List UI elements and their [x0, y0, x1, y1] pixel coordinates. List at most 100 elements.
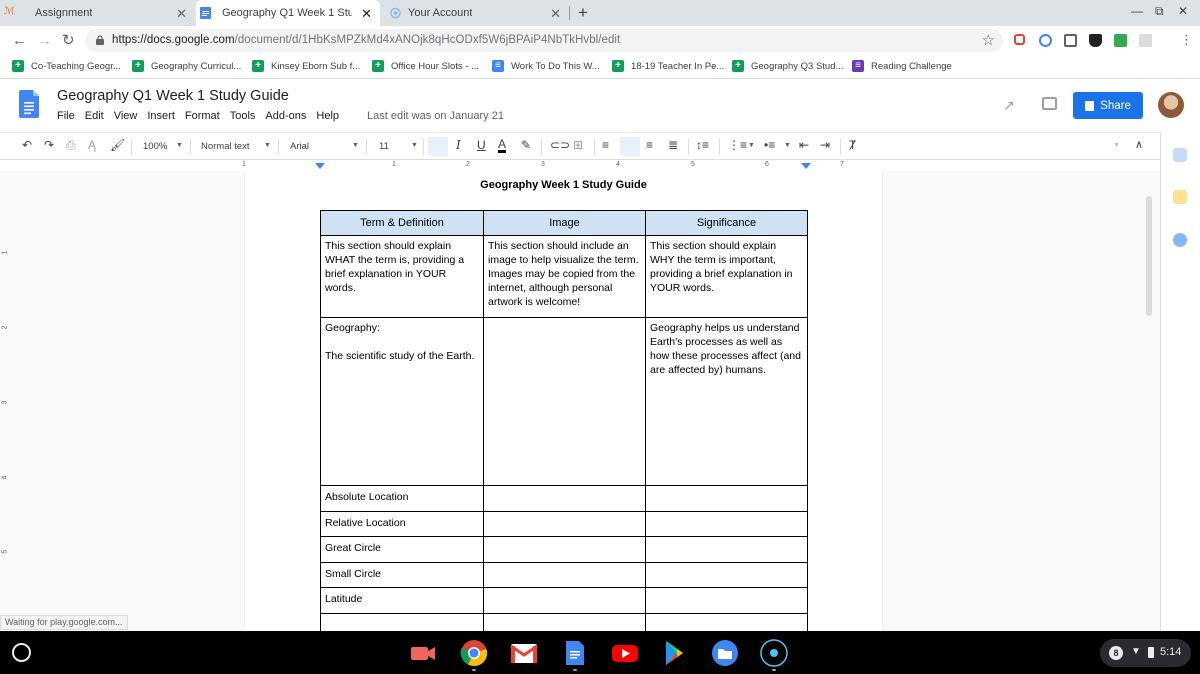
launcher-icon[interactable]	[12, 643, 31, 662]
right-indent-marker[interactable]	[801, 163, 811, 169]
share-button[interactable]: Share	[1073, 92, 1143, 119]
bookmark-item[interactable]: + Geography Curricul...	[132, 60, 241, 72]
chrome-app-icon[interactable]	[460, 639, 488, 667]
bookmark-item[interactable]: +18-19 Teacher In Pe...	[612, 60, 724, 72]
minimize-icon[interactable]: —	[1131, 4, 1143, 18]
redo-icon[interactable]: ↷	[44, 138, 54, 152]
last-edit-link[interactable]: Last edit was on January 21	[367, 110, 504, 122]
text-color-icon[interactable]: A	[498, 138, 507, 153]
address-bar[interactable]: https://docs.google.com/document/d/1HbKs…	[85, 29, 1003, 52]
print-icon[interactable]: ⎙	[66, 138, 76, 153]
assistant-app-icon[interactable]	[760, 639, 788, 667]
tab-study-guide[interactable]: Geography Q1 Week 1 Study Gui ✕	[196, 0, 380, 26]
gmail-app-icon[interactable]	[510, 639, 538, 667]
docs-logo-icon[interactable]	[19, 90, 39, 118]
align-center-highlight[interactable]	[620, 137, 640, 156]
extension-red-icon[interactable]	[1014, 34, 1025, 45]
table-cell[interactable]	[483, 485, 646, 512]
menu-kebab-icon[interactable]: ⋮	[1180, 32, 1193, 48]
menu-tools[interactable]: Tools	[230, 110, 256, 122]
style-select[interactable]: Normal text	[201, 141, 250, 152]
youtube-app-icon[interactable]	[611, 639, 639, 667]
menu-add-ons[interactable]: Add-ons	[265, 110, 306, 122]
zoom-select[interactable]: 100%	[143, 141, 167, 152]
menu-help[interactable]: Help	[316, 110, 339, 122]
new-tab-button[interactable]: +	[578, 3, 588, 23]
link-icon[interactable]: ⊂⊃	[550, 138, 570, 152]
undo-icon[interactable]: ↶	[22, 138, 32, 152]
paint-format-icon[interactable]: 🖌	[110, 138, 125, 152]
collapse-menus-icon[interactable]: ∧	[1135, 138, 1143, 151]
system-tray[interactable]: 8 ▼ 5:14	[1100, 639, 1191, 667]
table-cell[interactable]: Geography helps us understand Earth's pr…	[645, 317, 808, 486]
extension-green-icon[interactable]	[1114, 34, 1127, 47]
table-cell[interactable]: This section should include an image to …	[483, 235, 646, 318]
table-cell[interactable]: Geography: The scientific study of the E…	[320, 317, 484, 486]
activity-trend-icon[interactable]: ↗	[1003, 97, 1015, 114]
justify-icon[interactable]: ≣	[668, 138, 678, 152]
tab-assignment[interactable]: ℳ Assignment ✕	[0, 0, 195, 26]
left-indent-marker[interactable]	[315, 163, 325, 169]
tasks-icon[interactable]	[1173, 233, 1187, 247]
table-cell[interactable]	[320, 612, 484, 631]
comment-icon[interactable]	[1042, 97, 1057, 110]
docs-app-icon[interactable]	[561, 639, 589, 667]
study-guide-table[interactable]: Term & Definition Image Significance Thi…	[320, 210, 808, 631]
extension-gray-icon[interactable]	[1139, 34, 1152, 47]
bold-highlight[interactable]	[428, 137, 448, 156]
files-app-icon[interactable]	[711, 639, 739, 667]
document-page[interactable]: Geography Week 1 Study Guide Term & Defi…	[245, 171, 882, 631]
table-cell[interactable]: Relative Location	[320, 510, 484, 537]
clear-formatting-icon[interactable]: Ⱦ	[849, 138, 856, 152]
menu-edit[interactable]: Edit	[85, 110, 104, 122]
table-cell[interactable]: This section should explain WHAT the ter…	[320, 235, 484, 318]
table-cell[interactable]	[645, 536, 808, 563]
bookmark-item[interactable]: ≡ Reading Challenge	[852, 60, 952, 72]
table-cell[interactable]	[645, 587, 808, 614]
close-icon[interactable]: ✕	[550, 6, 561, 22]
spellcheck-icon[interactable]: Ą	[88, 138, 96, 152]
table-cell[interactable]	[483, 536, 646, 563]
table-cell[interactable]	[645, 561, 808, 588]
bookmark-item[interactable]: + Co-Teaching Geogr...	[12, 60, 121, 72]
chevron-down-icon[interactable]: ▼	[1113, 142, 1120, 149]
table-cell[interactable]	[483, 510, 646, 537]
highlight-pen-icon[interactable]: ✎	[521, 138, 531, 152]
table-cell[interactable]	[645, 612, 808, 631]
underline-icon[interactable]: U	[477, 138, 486, 152]
avatar[interactable]	[1158, 92, 1184, 118]
table-cell[interactable]: Absolute Location	[320, 485, 484, 512]
table-cell[interactable]: Latitude	[320, 587, 484, 614]
close-icon[interactable]: ✕	[361, 6, 372, 22]
align-right-icon[interactable]: ≡	[646, 138, 653, 152]
menu-file[interactable]: File	[57, 110, 75, 122]
extension-circle-icon[interactable]	[1039, 34, 1052, 47]
screencastify-app-icon[interactable]	[409, 639, 437, 667]
font-select[interactable]: Arial	[290, 141, 309, 152]
add-comment-icon[interactable]: ⊞	[573, 138, 583, 152]
increase-indent-icon[interactable]: ⇥	[820, 138, 830, 152]
extension-doc-icon[interactable]	[1064, 34, 1077, 47]
column-header[interactable]: Term & Definition	[320, 210, 484, 236]
menu-format[interactable]: Format	[185, 110, 220, 122]
table-cell[interactable]	[483, 561, 646, 588]
menu-view[interactable]: View	[114, 110, 138, 122]
italic-icon[interactable]: I	[456, 138, 461, 152]
column-header[interactable]: Image	[483, 210, 646, 236]
line-spacing-icon[interactable]: ↕≡	[696, 138, 709, 152]
document-title[interactable]: Geography Q1 Week 1 Study Guide	[57, 88, 289, 104]
restore-icon[interactable]: ⧉	[1155, 4, 1164, 19]
keep-icon[interactable]	[1173, 190, 1187, 204]
tab-your-account[interactable]: Your Account ✕	[381, 0, 569, 26]
back-arrow-icon[interactable]: ←	[12, 32, 27, 49]
close-icon[interactable]: ✕	[176, 6, 187, 22]
table-cell[interactable]	[483, 587, 646, 614]
font-size-select[interactable]: 11	[379, 141, 389, 152]
calendar-icon[interactable]	[1173, 148, 1187, 162]
align-left-icon[interactable]: ≡	[602, 138, 609, 152]
close-window-icon[interactable]: ✕	[1178, 4, 1188, 18]
table-cell[interactable]: Small Circle	[320, 561, 484, 588]
decrease-indent-icon[interactable]: ⇤	[799, 138, 809, 152]
bulleted-list-icon[interactable]: •≡	[764, 138, 775, 152]
bookmark-item[interactable]: + Kinsey Eborn Sub f...	[252, 60, 360, 72]
